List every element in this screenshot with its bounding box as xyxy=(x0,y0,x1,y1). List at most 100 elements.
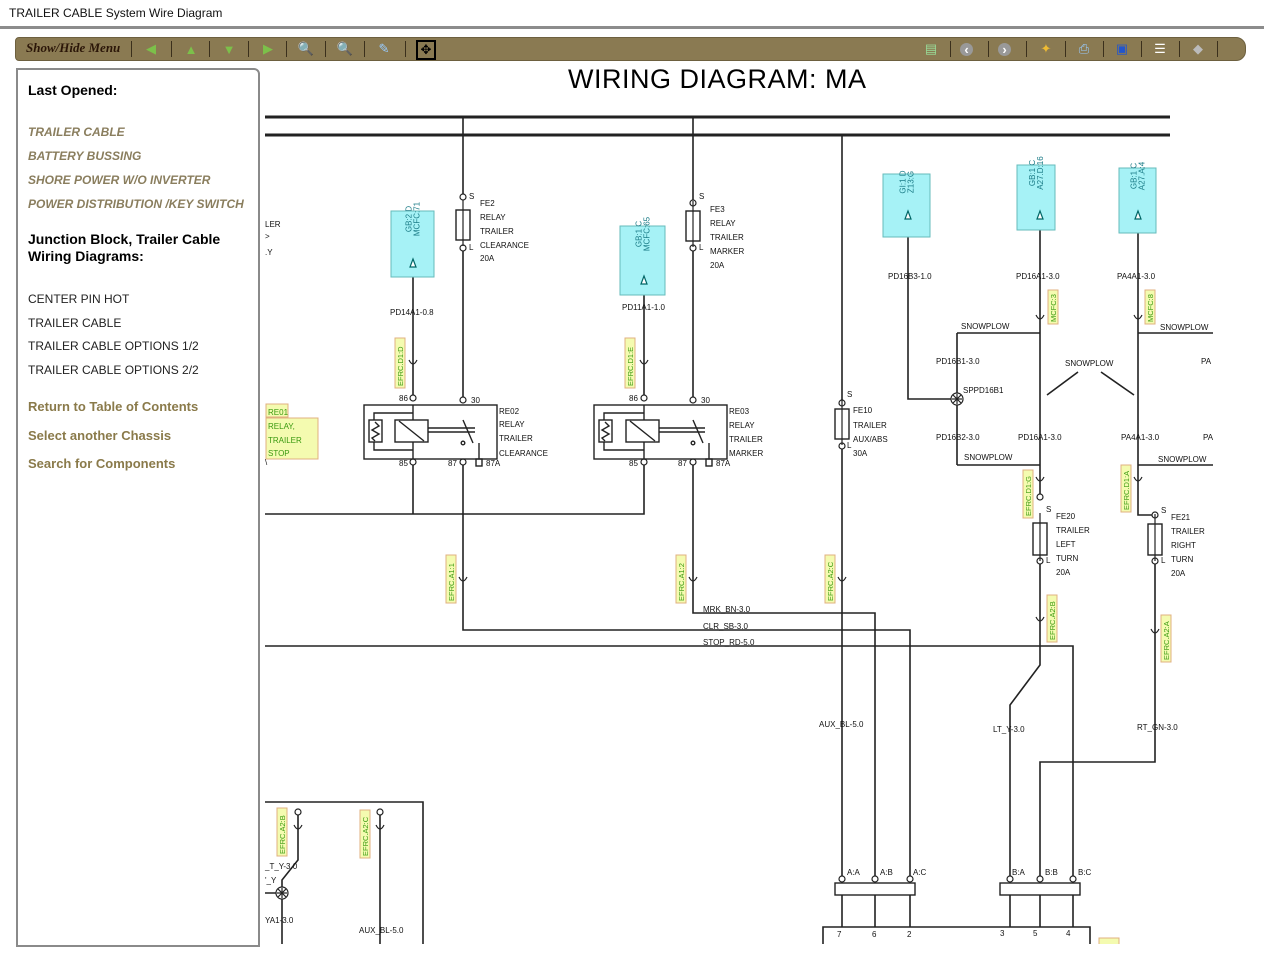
last-opened-heading: Last Opened: xyxy=(28,82,118,98)
recent-link[interactable]: SHORE POWER W/O INVERTER xyxy=(28,173,210,187)
connector-tag-label: EFRC.A2:C xyxy=(361,816,370,856)
diagram-link[interactable]: TRAILER CABLE OPTIONS 1/2 xyxy=(28,339,199,353)
diagram-label: TRAILER xyxy=(1171,527,1205,536)
connector-tag[interactable]: EFRC.A1:1 xyxy=(445,554,457,604)
diagram-label: '_Y xyxy=(265,876,277,885)
connector-tag[interactable]: EFRC.A2:B xyxy=(276,807,288,857)
arrow-up-icon[interactable]: ▲ xyxy=(182,40,200,58)
recent-link[interactable]: POWER DISTRIBUTION /KEY SWITCH xyxy=(28,197,244,211)
diagram-label: A:C xyxy=(913,868,927,877)
connector-tag[interactable]: EFRC.D1:G xyxy=(1022,469,1034,519)
diagram-label: 87 xyxy=(678,459,687,468)
diagram-label: S xyxy=(699,192,704,201)
reference-box-label: Z13:G xyxy=(907,171,916,193)
diagram-link[interactable]: TRAILER CABLE xyxy=(28,316,121,330)
reference-box[interactable]: GB:1 C A27.A:4 xyxy=(1118,161,1157,234)
diagram-label: 85 xyxy=(399,459,408,468)
arrow-right-icon[interactable]: ▶ xyxy=(259,40,277,58)
diagram-link[interactable]: TRAILER CABLE OPTIONS 2/2 xyxy=(28,363,199,377)
terminal xyxy=(376,808,384,816)
diagram-label: SNOWPLOW xyxy=(1158,455,1207,464)
zoom-out-icon[interactable]: 🔍 xyxy=(336,40,354,58)
search-components-link[interactable]: Search for Components xyxy=(28,456,175,471)
diagram-label: 20A xyxy=(1056,568,1071,577)
image-icon[interactable]: ▣ xyxy=(1113,40,1131,58)
diagram-label: FE3 xyxy=(710,205,725,214)
toolbar-separator xyxy=(209,41,210,57)
diagram-link[interactable]: CENTER PIN HOT xyxy=(28,292,129,306)
connector-tag[interactable]: MCFC:8 xyxy=(1144,289,1156,325)
connector-tag[interactable]: EFRC.D1:D xyxy=(394,337,406,389)
diagram-label: 30 xyxy=(471,396,480,405)
diagram-label: 6 xyxy=(872,930,877,939)
relay-re02[interactable] xyxy=(363,404,498,467)
connector-tag[interactable]: EFRC.A2:C xyxy=(359,809,371,859)
connector-tag[interactable]: EFRC.D1:E xyxy=(624,337,636,389)
connector-body xyxy=(822,926,1091,944)
zoom-in-icon[interactable]: 🔍 xyxy=(297,40,315,58)
diagram-label: SPPD16B1 xyxy=(963,386,1004,395)
forward-circle-icon[interactable]: › xyxy=(998,42,1011,57)
return-to-toc-link[interactable]: Return to Table of Contents xyxy=(28,399,198,414)
diagram-label: 7 xyxy=(837,930,842,939)
diagram-label: MARKER xyxy=(710,247,744,256)
reference-box[interactable]: GB:1 C A27.D:16 xyxy=(1016,156,1056,231)
back-circle-icon[interactable]: ‹ xyxy=(960,42,973,57)
re01-label: RELAY, xyxy=(268,422,295,431)
diagram-label: PD16B1-3.0 xyxy=(936,357,980,366)
wiring-diagram[interactable]: GB:2 D MCFC:71 GB:1 C MCFC:65 GI:1 D Z13:G GB:… xyxy=(263,100,1213,944)
connector-tag-label: EFRC.D1:E xyxy=(626,347,635,386)
title-divider xyxy=(0,26,1264,29)
connector-b[interactable] xyxy=(999,882,1081,896)
connector-tag[interactable]: EFRC.A2:A xyxy=(1160,614,1172,663)
connector-tag-label: EFRC.D1:G xyxy=(1024,476,1033,516)
connector-tag[interactable]: EFRC.A1:2 xyxy=(675,554,687,604)
diagram-label: 85 xyxy=(629,459,638,468)
diagram-label: SNOWPLOW xyxy=(1160,323,1209,332)
recent-link[interactable]: TRAILER CABLE xyxy=(28,125,125,139)
wire xyxy=(462,462,911,876)
reference-box-label: A27.D:16 xyxy=(1036,156,1045,190)
components-icon[interactable]: ✦ xyxy=(1037,40,1055,58)
connector-tag[interactable]: EFRC.A2:C xyxy=(824,554,836,604)
diagram-label: CLEARANCE xyxy=(499,449,548,458)
re01-label: TRAILER xyxy=(268,436,302,445)
diagram-label: S xyxy=(469,192,474,201)
print-icon[interactable]: ⎙ xyxy=(1075,40,1093,58)
reference-box[interactable]: GI:1 D Z13:G xyxy=(882,170,931,238)
diagram-label: TRAILER xyxy=(853,421,887,430)
select-chassis-link[interactable]: Select another Chassis xyxy=(28,428,171,443)
diagram-label: L xyxy=(469,243,474,252)
toolbar-separator xyxy=(1103,41,1104,57)
reference-box[interactable]: GB:1 C MCFC:65 xyxy=(619,216,666,296)
info-icon[interactable]: ◆ xyxy=(1189,40,1207,58)
connector-tag[interactable]: MCFC:3 xyxy=(1047,289,1059,325)
terminal xyxy=(409,458,417,466)
diagram-label: 86 xyxy=(399,394,408,403)
diagram-label: PD16B2-3.0 xyxy=(936,433,980,442)
reference-box[interactable]: GB:2 D MCFC:71 xyxy=(390,201,435,278)
terminal xyxy=(689,458,697,466)
wire xyxy=(692,462,876,876)
section-heading-line1: Junction Block, Trailer Cable xyxy=(28,231,221,247)
diagram-label: CLEARANCE xyxy=(480,241,529,250)
diagram-label: FE10 xyxy=(853,406,873,415)
connector-tag-label: MCFC:3 xyxy=(1049,294,1058,322)
connector-a[interactable] xyxy=(834,882,916,896)
arrow-left-icon[interactable]: ◀ xyxy=(142,40,160,58)
relay-re03[interactable] xyxy=(593,404,728,467)
list-icon[interactable]: ☰ xyxy=(1151,40,1169,58)
connector-tag[interactable]: EFRC.A2:B xyxy=(1046,594,1058,643)
zoom-area-icon[interactable]: ✎ xyxy=(375,40,393,58)
connector-tag-label: EFRC.A2:B xyxy=(1048,601,1057,640)
show-hide-menu-button[interactable]: Show/Hide Menu xyxy=(26,40,120,56)
fit-to-window-icon[interactable]: ✥ xyxy=(416,40,436,60)
terminal xyxy=(409,394,417,402)
arrow-down-icon[interactable]: ▼ xyxy=(220,40,238,58)
diagram-label: A:A xyxy=(847,868,861,877)
diagram-label: FE2 xyxy=(480,199,495,208)
connector-tag[interactable]: EFRC.D1:A xyxy=(1120,464,1132,513)
re01-tag[interactable]: RE01 RELAY, TRAILER STOP xyxy=(265,403,319,460)
layout-icon[interactable]: ▤ xyxy=(922,40,940,58)
recent-link[interactable]: BATTERY BUSSING xyxy=(28,149,141,163)
